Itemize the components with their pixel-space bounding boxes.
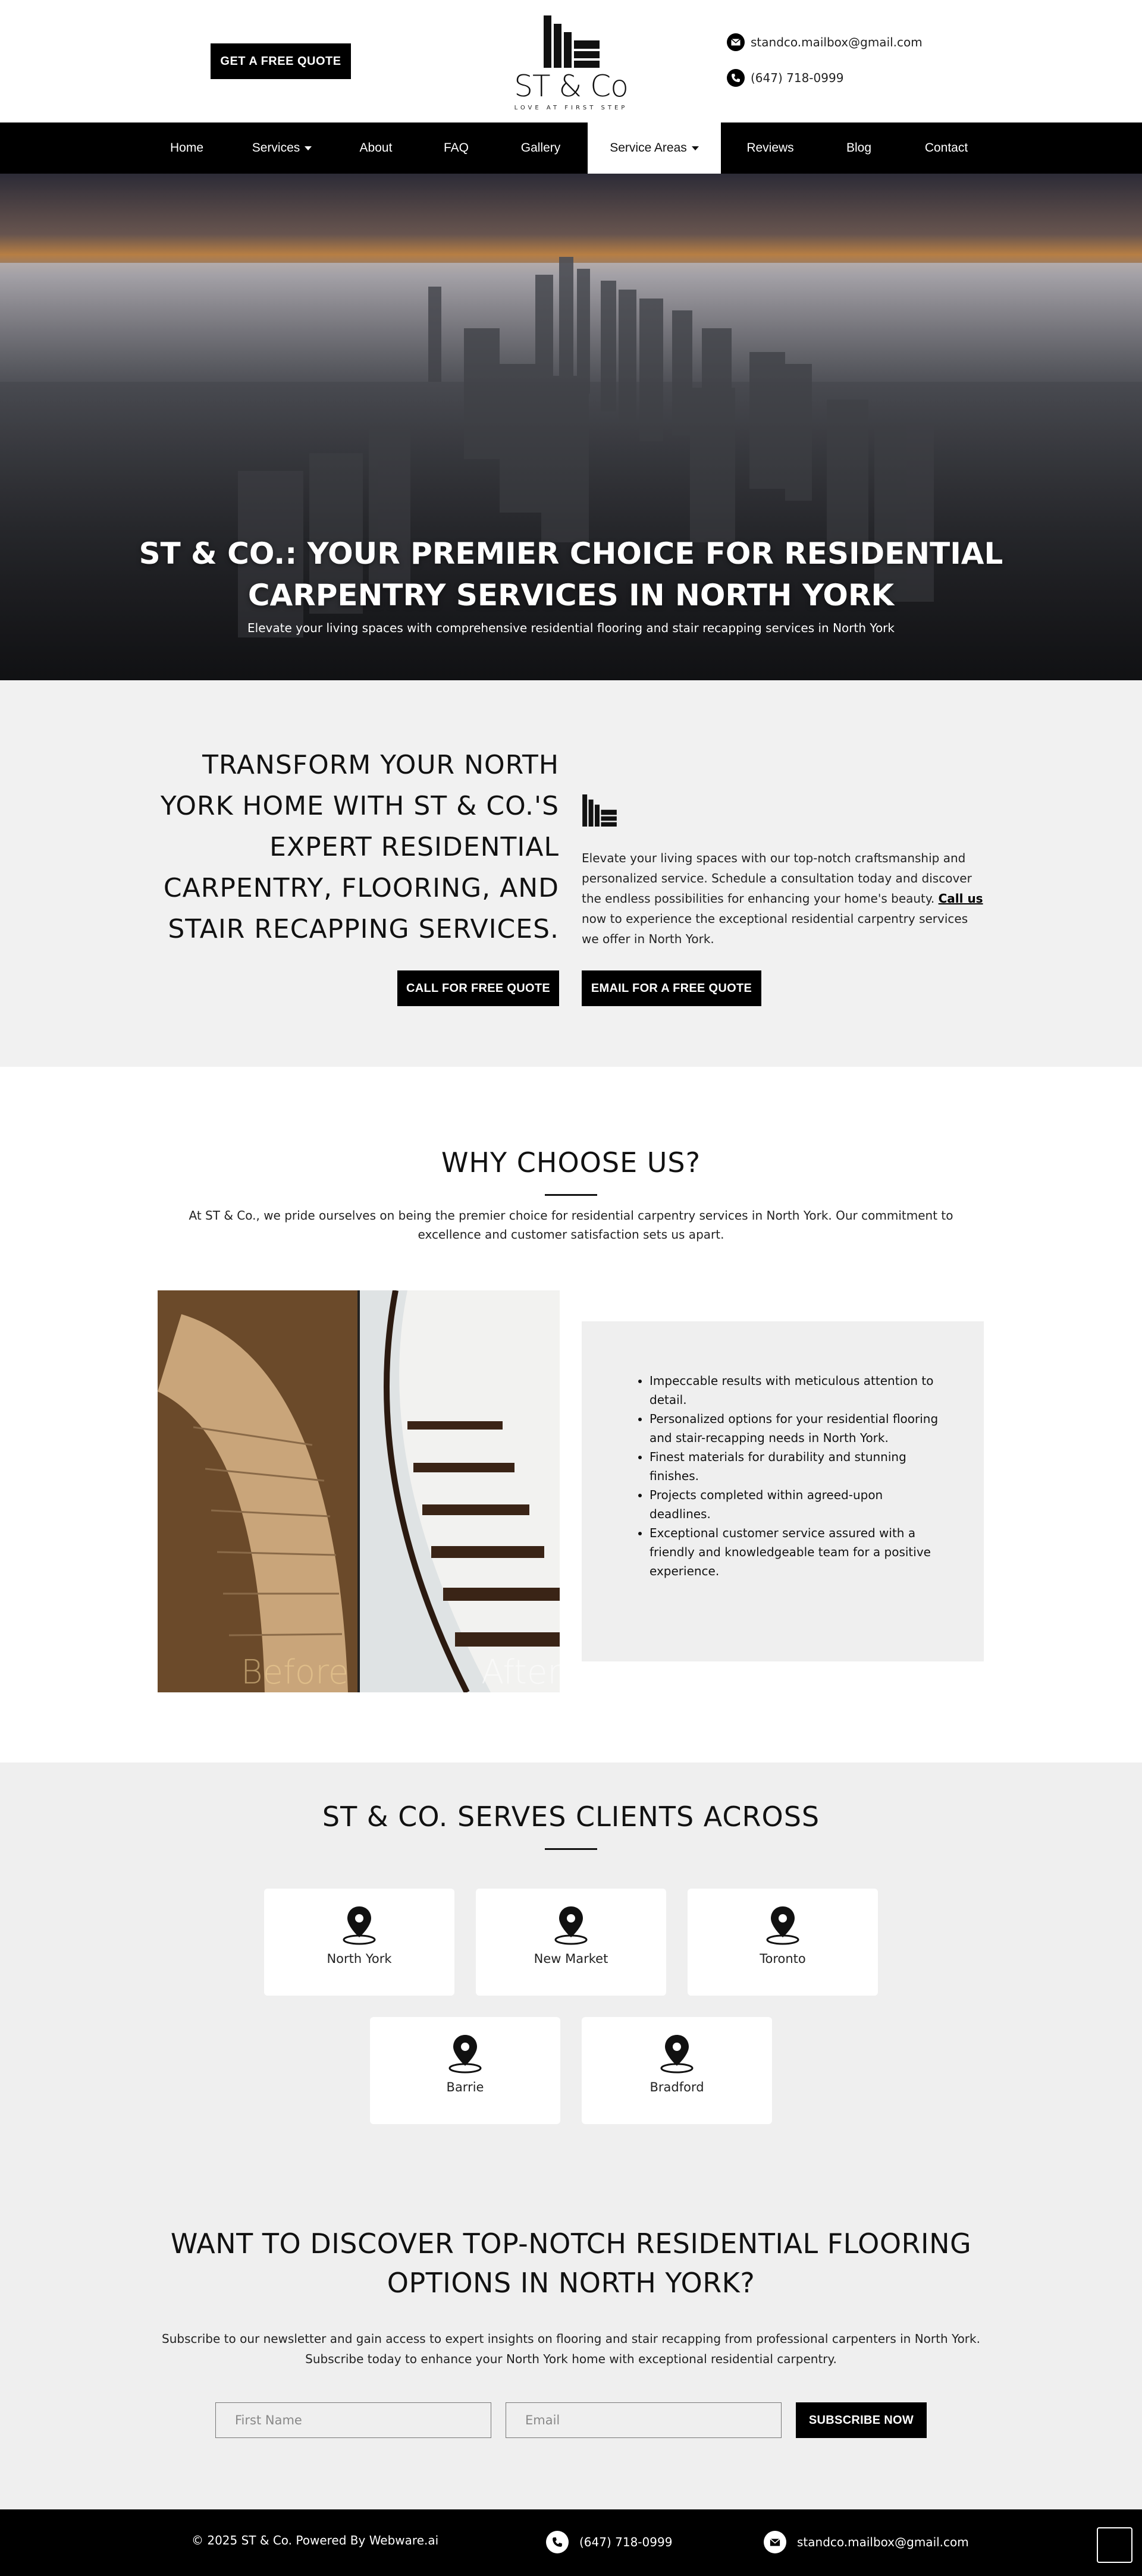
footer-email-text: standco.mailbox@gmail.com: [797, 2535, 969, 2549]
logo-tagline: LOVE AT FIRST STEP: [514, 105, 628, 111]
area-label: New Market: [534, 1952, 608, 1966]
copyright-text: © 2025 ST & Co. Powered By Webware.ai: [192, 2533, 439, 2547]
phone-icon: [727, 69, 745, 87]
newsletter-subtitle: Subscribe to our newsletter and gain acc…: [162, 2332, 980, 2366]
after-label: After: [481, 1653, 560, 1692]
before-label: Before: [241, 1653, 349, 1692]
envelope-icon: [764, 2531, 786, 2553]
newsletter-heading: WANT TO DISCOVER TOP-NOTCH RESIDENTIAL F…: [170, 2228, 972, 2299]
site-footer: © 2025 ST & Co. Powered By Webware.ai (6…: [0, 2509, 1142, 2576]
nav-item-faq[interactable]: FAQ: [429, 122, 483, 174]
list-item: Exceptional customer service assured wit…: [650, 1523, 941, 1581]
divider: [545, 1848, 597, 1850]
map-pin-icon: [343, 1906, 376, 1945]
nav-item-home[interactable]: Home: [156, 122, 218, 174]
area-card-toronto[interactable]: Toronto: [688, 1889, 878, 1996]
before-after-stairs-image: Before After: [158, 1290, 560, 1692]
why-benefits-box: Impeccable results with meticulous atten…: [582, 1321, 984, 1661]
map-pin-icon: [554, 1906, 588, 1945]
phone-icon: [546, 2531, 569, 2553]
serves-heading: ST & CO. SERVES CLIENTS ACROSS: [322, 1801, 820, 1833]
chat-widget-button[interactable]: [1097, 2527, 1132, 2563]
header-phone-text: (647) 718-0999: [751, 71, 844, 85]
nav-item-about[interactable]: About: [347, 122, 404, 174]
subscribe-now-button[interactable]: SUBSCRIBE NOW: [796, 2402, 927, 2438]
map-pin-icon: [766, 1906, 799, 1945]
area-card-bradford[interactable]: Bradford: [582, 2017, 772, 2124]
footer-phone[interactable]: (647) 718-0999: [546, 2531, 672, 2553]
transform-section: TRANSFORM YOUR NORTH YORK HOME WITH ST &…: [0, 680, 1142, 1067]
hero-banner: ST & CO.: YOUR PREMIER CHOICE FOR RESIDE…: [0, 174, 1142, 680]
area-card-north-york[interactable]: North York: [264, 1889, 454, 1996]
area-card-new-market[interactable]: New Market: [476, 1889, 666, 1996]
list-item: Finest materials for durability and stun…: [650, 1447, 941, 1485]
area-label: North York: [327, 1952, 392, 1966]
why-intro: At ST & Co., we pride ourselves on being…: [189, 1208, 953, 1242]
benefits-list: Impeccable results with meticulous atten…: [650, 1371, 941, 1581]
list-item: Personalized options for your residentia…: [650, 1409, 941, 1447]
nav-item-reviews[interactable]: Reviews: [738, 122, 803, 174]
header-phone[interactable]: (647) 718-0999: [727, 69, 843, 87]
area-label: Bradford: [650, 2080, 704, 2094]
transform-heading: TRANSFORM YOUR NORTH YORK HOME WITH ST &…: [160, 750, 559, 944]
logo-name: ST & Co: [514, 69, 629, 103]
map-pin-icon: [660, 2035, 694, 2074]
first-name-input[interactable]: First Name: [215, 2402, 491, 2438]
area-label: Toronto: [760, 1952, 806, 1966]
map-pin-icon: [448, 2035, 482, 2074]
nav-item-service-areas[interactable]: Service Areas: [588, 122, 721, 174]
chevron-down-icon: [305, 146, 312, 150]
call-us-link[interactable]: Call us: [939, 891, 983, 906]
call-for-free-quote-button[interactable]: CALL FOR FREE QUOTE: [397, 970, 559, 1006]
hero-subtitle: Elevate your living spaces with comprehe…: [247, 621, 895, 635]
nav-item-services[interactable]: Services: [244, 122, 320, 174]
header-email-text: standco.mailbox@gmail.com: [751, 35, 923, 49]
nav-item-blog[interactable]: Blog: [832, 122, 886, 174]
site-header: GET A FREE QUOTE ST & Co LOVE AT FIRST S…: [0, 0, 1142, 122]
area-label: Barrie: [446, 2080, 484, 2094]
list-item: Impeccable results with meticulous atten…: [650, 1371, 941, 1409]
main-nav: Home Services About FAQ Gallery Service …: [0, 122, 1142, 174]
logo-mark-icon: [582, 794, 617, 827]
chevron-down-icon: [691, 146, 699, 150]
divider: [545, 1194, 597, 1196]
get-free-quote-button[interactable]: GET A FREE QUOTE: [211, 43, 351, 79]
transform-description: Elevate your living spaces with our top-…: [582, 851, 983, 946]
area-card-barrie[interactable]: Barrie: [370, 2017, 560, 2124]
hero-title: ST & CO.: YOUR PREMIER CHOICE FOR RESIDE…: [139, 536, 1003, 612]
site-logo[interactable]: ST & Co LOVE AT FIRST STEP: [506, 15, 636, 111]
nav-item-gallery[interactable]: Gallery: [508, 122, 573, 174]
footer-phone-text: (647) 718-0999: [579, 2535, 673, 2549]
email-for-free-quote-button[interactable]: EMAIL FOR A FREE QUOTE: [582, 970, 761, 1006]
why-heading: WHY CHOOSE US?: [441, 1146, 701, 1179]
service-areas-section: ST & CO. SERVES CLIENTS ACROSS North Yor…: [0, 1763, 1142, 2509]
nav-item-contact[interactable]: Contact: [914, 122, 979, 174]
logo-mark-icon: [544, 15, 600, 68]
envelope-icon: [727, 33, 745, 51]
list-item: Projects completed within agreed-upon de…: [650, 1485, 941, 1523]
email-input[interactable]: Email: [506, 2402, 782, 2438]
footer-email[interactable]: standco.mailbox@gmail.com: [764, 2531, 969, 2553]
header-email[interactable]: standco.mailbox@gmail.com: [727, 33, 923, 51]
